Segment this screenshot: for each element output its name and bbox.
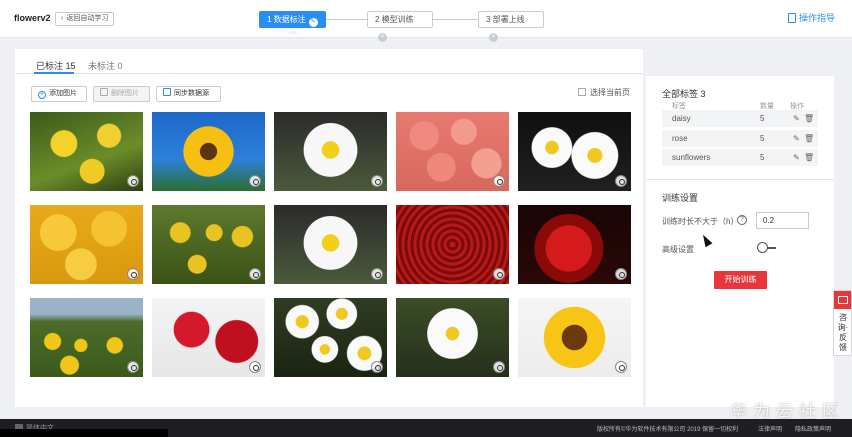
- advanced-settings-toggle[interactable]: [757, 242, 776, 253]
- back-to-autolearning-button[interactable]: ‹ 返回自动学习: [55, 12, 115, 26]
- step-label: 3 部署上线: [486, 15, 525, 24]
- checkbox-icon: [578, 88, 586, 96]
- trash-icon: [100, 88, 108, 96]
- image-thumbnail-sunflower[interactable]: [30, 112, 143, 191]
- consult-feedback-tab[interactable]: 咨询·反馈: [833, 290, 852, 356]
- trash-icon[interactable]: 🗑: [804, 114, 814, 123]
- select-page-label: 选择当前页: [590, 88, 630, 97]
- image-thumbnail-sunflower[interactable]: [152, 112, 265, 191]
- step-data-labeling[interactable]: 1 数据标注 ✎: [259, 11, 326, 28]
- operation-guide-link[interactable]: 操作指导: [787, 11, 835, 24]
- help-icon[interactable]: ?: [737, 215, 747, 225]
- edit-icon[interactable]: ✎: [793, 114, 800, 123]
- watermark-logo: 华为云社区: [730, 402, 845, 422]
- legal-link[interactable]: 法律声明: [758, 424, 782, 433]
- image-thumbnail-rose[interactable]: [30, 205, 143, 284]
- edit-icon: ✎: [308, 18, 318, 27]
- label-count: 5: [760, 114, 765, 123]
- delete-image-label: 删除图片: [111, 90, 139, 97]
- zoom-icon[interactable]: [615, 175, 627, 187]
- step-model-training[interactable]: 2 模型训练 ×: [367, 11, 433, 42]
- document-icon: [787, 13, 796, 23]
- tab-unlabeled[interactable]: 未标注 0: [88, 59, 123, 72]
- edit-icon[interactable]: ✎: [793, 153, 800, 162]
- step-label: 2 模型训练: [375, 15, 414, 24]
- sync-icon: [163, 88, 171, 96]
- zoom-icon[interactable]: [371, 175, 383, 187]
- zoom-icon[interactable]: [371, 361, 383, 373]
- step-connector: [433, 19, 478, 20]
- image-thumbnail-rose[interactable]: [396, 112, 509, 191]
- image-thumbnail-sunflower[interactable]: [152, 205, 265, 284]
- lock-icon: ×: [489, 33, 498, 42]
- label-row[interactable]: daisy 5 ✎ 🗑: [662, 110, 818, 127]
- image-thumbnail-daisy[interactable]: [274, 298, 387, 377]
- toggle-knob: [757, 242, 768, 253]
- advanced-settings-label: 高级设置: [662, 245, 694, 254]
- zoom-icon[interactable]: [127, 361, 139, 373]
- step-connector: [326, 19, 367, 20]
- label-name: rose: [672, 134, 688, 143]
- start-training-button[interactable]: 开始训练: [714, 271, 767, 289]
- active-tab-indicator: [34, 72, 74, 74]
- image-thumbnail-daisy[interactable]: [274, 205, 387, 284]
- footer: 简体中文 版权所有©华为软件技术有限公司 2019 保留一切权利 法律声明 隐私…: [0, 419, 852, 437]
- duration-input[interactable]: [756, 212, 809, 229]
- zoom-icon[interactable]: [493, 268, 505, 280]
- plus-icon: +: [38, 91, 46, 99]
- panel-divider: [646, 179, 834, 180]
- add-image-label: 添加图片: [49, 90, 77, 97]
- zoom-icon[interactable]: [249, 361, 261, 373]
- label-row[interactable]: rose 5 ✎ 🗑: [662, 130, 818, 147]
- message-icon: [834, 291, 851, 309]
- image-thumbnail-daisy[interactable]: [396, 298, 509, 377]
- privacy-link[interactable]: 隐私政策声明: [795, 424, 831, 433]
- label-name: daisy: [672, 114, 691, 123]
- all-labels-title: 全部标签 3: [662, 89, 706, 99]
- image-thumbnail-daisy[interactable]: [274, 112, 387, 191]
- zoom-icon[interactable]: [493, 175, 505, 187]
- zoom-icon[interactable]: [371, 268, 383, 280]
- step-label: 1 数据标注: [267, 15, 306, 24]
- consult-feedback-label: 咨询·反馈: [837, 313, 849, 352]
- sync-label: 同步数据源: [174, 90, 209, 97]
- back-button-label: 返回自动学习: [66, 15, 109, 22]
- zoom-icon[interactable]: [615, 361, 627, 373]
- image-thumbnail-daisy[interactable]: [518, 112, 631, 191]
- label-name: sunflowers: [672, 153, 711, 162]
- label-row[interactable]: sunflowers 5 ✎ 🗑: [662, 149, 818, 166]
- image-thumbnail-rose[interactable]: [396, 205, 509, 284]
- active-step-pointer: [288, 29, 298, 34]
- app-title: flowerv2: [14, 13, 51, 23]
- image-thumbnail-sunflower[interactable]: [518, 298, 631, 377]
- copyright-text: 版权所有©华为软件技术有限公司 2019 保留一切权利: [597, 427, 739, 433]
- zoom-icon[interactable]: [249, 268, 261, 280]
- trash-icon[interactable]: 🗑: [804, 134, 814, 143]
- tab-labeled[interactable]: 已标注 15: [36, 59, 76, 72]
- image-thumbnail-rose[interactable]: [518, 205, 631, 284]
- zoom-icon[interactable]: [127, 268, 139, 280]
- training-settings-title: 训练设置: [662, 193, 699, 203]
- image-thumbnail-sunflower[interactable]: [30, 298, 143, 377]
- sync-datasource-button[interactable]: 同步数据源: [156, 86, 221, 102]
- zoom-icon[interactable]: [493, 361, 505, 373]
- label-count: 5: [760, 134, 765, 143]
- edit-icon[interactable]: ✎: [793, 134, 800, 143]
- add-image-button[interactable]: + 添加图片: [31, 86, 87, 102]
- guide-label: 操作指导: [798, 13, 835, 23]
- lock-icon: ×: [378, 33, 387, 42]
- zoom-icon[interactable]: [249, 175, 261, 187]
- trash-icon[interactable]: 🗑: [804, 153, 814, 162]
- label-status-tabs: 已标注 15 未标注 0: [15, 49, 643, 74]
- step-deploy[interactable]: 3 部署上线 ×: [478, 11, 544, 42]
- zoom-icon[interactable]: [615, 268, 627, 280]
- zoom-icon[interactable]: [127, 175, 139, 187]
- black-bar: [0, 429, 168, 437]
- select-current-page-checkbox[interactable]: 选择当前页: [578, 87, 630, 98]
- label-count: 5: [760, 153, 765, 162]
- image-thumbnail-rose[interactable]: [152, 298, 265, 377]
- delete-image-button[interactable]: 删除图片: [93, 86, 150, 102]
- chevron-left-icon: ‹: [61, 15, 64, 22]
- duration-label: 训练时长不大于（h）: [662, 217, 739, 226]
